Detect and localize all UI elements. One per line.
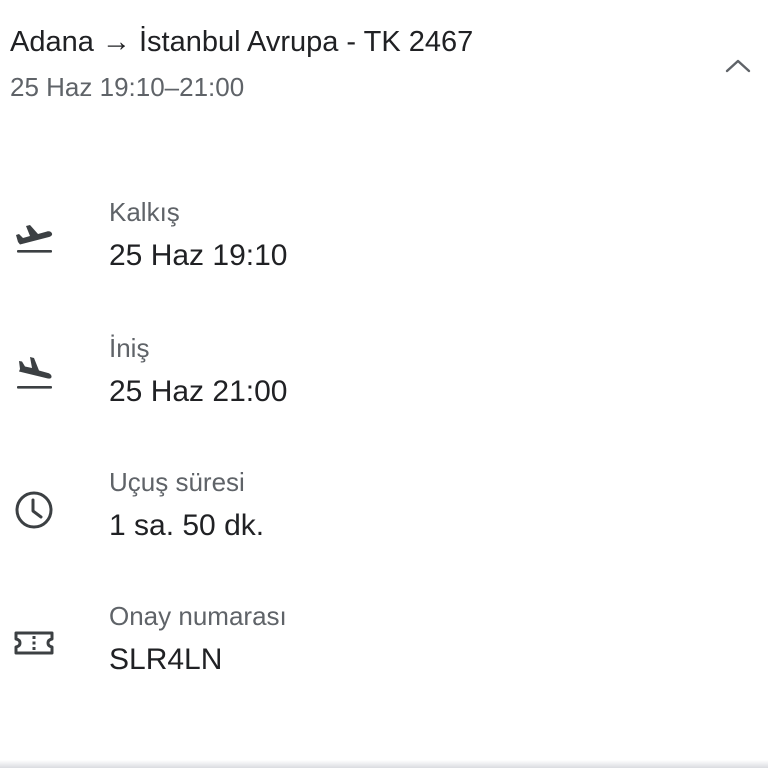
flight-title: Adana → İstanbul Avrupa - TK 2467 <box>10 26 474 58</box>
duration-label: Uçuş süresi <box>109 467 245 497</box>
collapse-button[interactable] <box>718 46 758 86</box>
confirmation-number: SLR4LN <box>109 643 223 676</box>
ticket-icon <box>12 620 56 664</box>
confirmation-label: Onay numarası <box>109 601 287 631</box>
bottom-divider <box>0 760 768 768</box>
flight-time-range: 25 Haz 19:10–21:00 <box>10 72 245 102</box>
flight-land-icon <box>12 352 56 396</box>
flight-takeoff-icon <box>12 216 56 260</box>
duration-row: Uçuş süresi 1 sa. 50 dk. <box>0 466 768 566</box>
flight-header: Adana → İstanbul Avrupa - TK 2467 25 Haz… <box>10 22 768 104</box>
clock-icon <box>12 486 56 530</box>
flight-details-card: Adana → İstanbul Avrupa - TK 2467 25 Haz… <box>0 0 768 768</box>
departure-time: 25 Haz 19:10 <box>109 239 288 272</box>
departure-label: Kalkış <box>109 197 180 227</box>
arrival-row: İniş 25 Haz 21:00 <box>0 332 768 432</box>
confirmation-row: Onay numarası SLR4LN <box>0 600 768 700</box>
departure-row: Kalkış 25 Haz 19:10 <box>0 196 768 296</box>
arrival-time: 25 Haz 21:00 <box>109 375 288 408</box>
flight-duration: 1 sa. 50 dk. <box>109 509 265 542</box>
chevron-up-icon <box>725 59 751 73</box>
arrival-label: İniş <box>109 333 150 363</box>
